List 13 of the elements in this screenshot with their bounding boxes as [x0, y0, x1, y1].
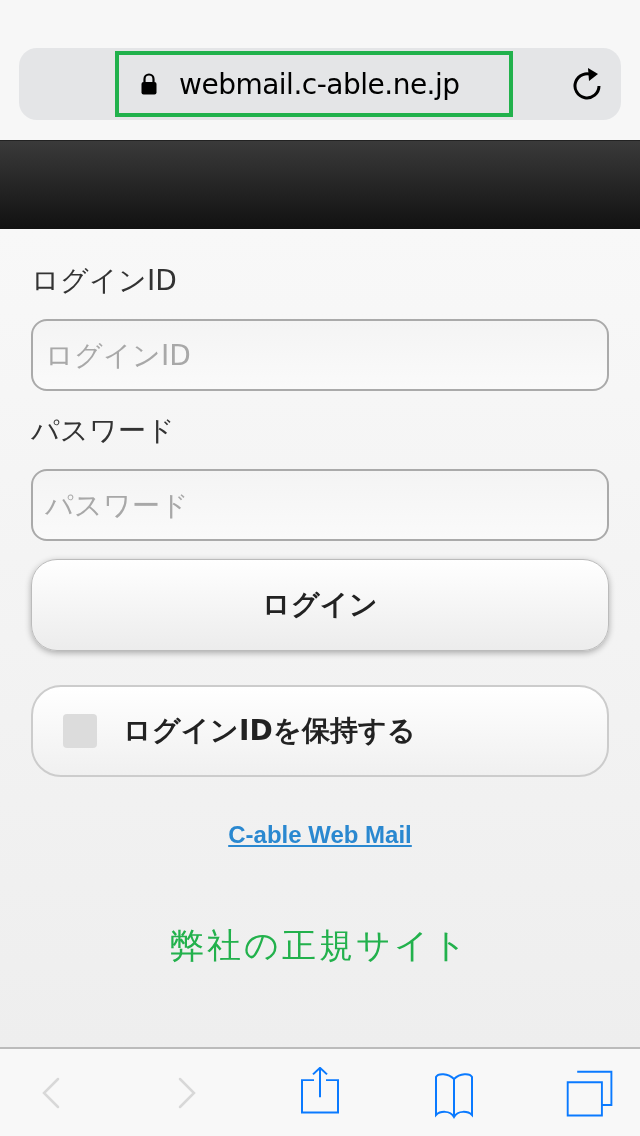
remember-label: ログインIDを保持する	[123, 713, 416, 749]
address-bar[interactable]: webmail.c-able.ne.jp	[19, 48, 621, 120]
checkbox[interactable]	[63, 714, 97, 748]
field-label: ログインID	[31, 263, 178, 299]
reload-icon[interactable]	[571, 66, 603, 100]
lock-icon	[141, 73, 157, 95]
field-label: パスワード	[31, 413, 176, 449]
url-text: webmail.c-able.ne.jp	[179, 67, 460, 101]
remember-option[interactable]: ログインIDを保持する	[31, 685, 609, 777]
official-site-text: 弊社の正規サイト	[170, 924, 470, 967]
input-field[interactable]: パスワード	[31, 469, 609, 541]
input-field[interactable]: ログインID	[31, 319, 609, 391]
login-button[interactable]: ログイン	[31, 559, 609, 651]
